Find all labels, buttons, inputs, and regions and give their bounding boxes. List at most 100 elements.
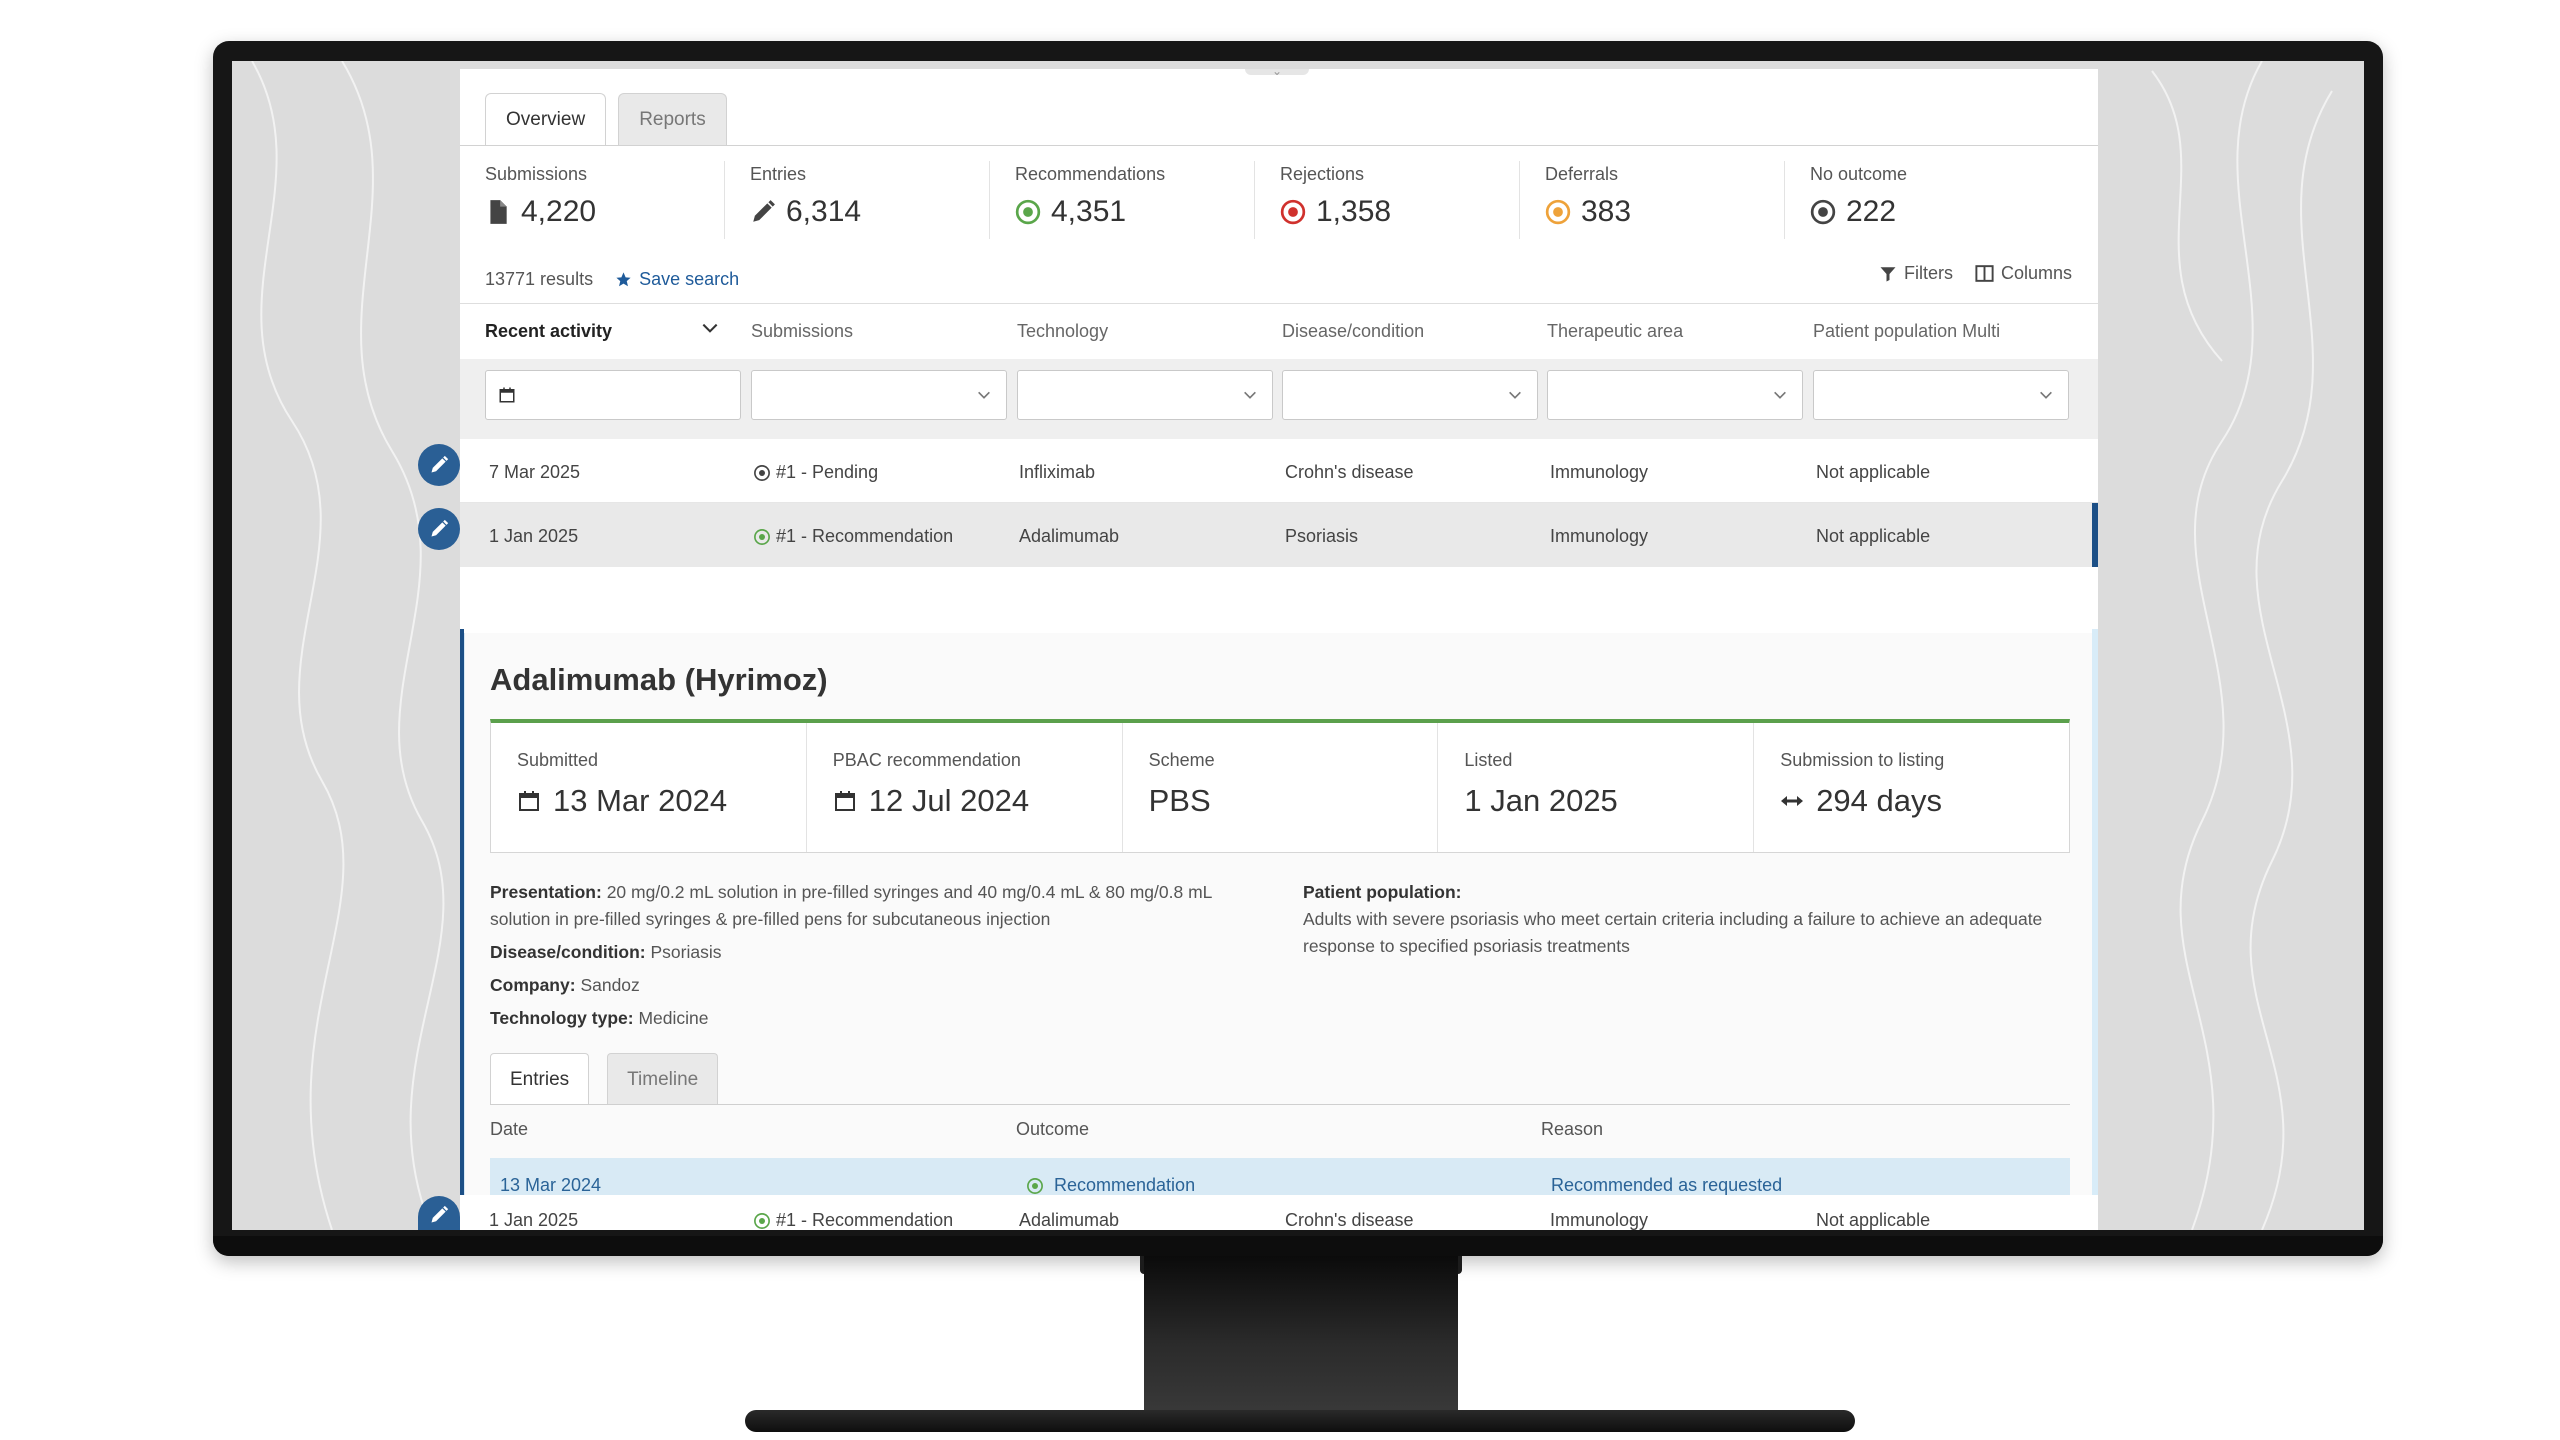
save-search-label: Save search — [639, 269, 740, 289]
recommendation-status-icon — [754, 528, 770, 545]
stat-no-outcome: No outcome 222 — [1785, 161, 2050, 239]
card-value: 13 Mar 2024 — [553, 783, 728, 818]
entries-header-outcome: Outcome — [1016, 1119, 1090, 1139]
chevron-down-icon[interactable] — [700, 318, 720, 338]
tab-reports[interactable]: Reports — [618, 93, 727, 145]
company-label: Company: — [490, 975, 576, 995]
row-therapeutic-area: Immunology — [1550, 1210, 1649, 1230]
table-header: Recent activity Submissions Technology D… — [460, 303, 2098, 359]
column-header-patient-population[interactable]: Patient population Multi — [1813, 321, 2000, 342]
entries-header-reason: Reason — [1541, 1119, 1604, 1139]
patient-population-label: Patient population: — [1303, 882, 1462, 902]
column-header-disease[interactable]: Disease/condition — [1282, 321, 1424, 342]
recommendation-status-icon — [754, 1212, 770, 1229]
pencil-icon — [431, 519, 449, 537]
collapse-handle[interactable]: ⌄ — [1245, 69, 1309, 78]
patient-population-filter-select[interactable] — [1813, 370, 2069, 420]
stat-label: Submissions — [485, 164, 588, 184]
technology-type-value: Medicine — [638, 1008, 709, 1028]
chevron-down-icon — [1244, 391, 1256, 399]
stat-value: 4,351 — [1051, 195, 1127, 228]
chevron-down-icon: ⌄ — [1272, 69, 1283, 78]
edit-row-button[interactable] — [418, 1196, 460, 1230]
column-header-recent-activity[interactable]: Recent activity — [485, 321, 612, 342]
card-pbac-recommendation: PBAC recommendation 12 Jul 2024 — [807, 723, 1123, 852]
results-count: 13771 results — [485, 269, 594, 289]
card-scheme: Scheme PBS — [1123, 723, 1439, 852]
card-value: 294 days — [1816, 783, 1943, 818]
stats-bar: Submissions 4,220 Entries 6,314 Recommen… — [460, 161, 2098, 239]
selection-indicator — [2092, 503, 2098, 567]
entry-date: 13 Mar 2024 — [500, 1175, 602, 1195]
edit-row-button[interactable] — [418, 508, 460, 550]
row-submission-label: #1 - Recommendation — [776, 1210, 954, 1230]
detail-right-edge — [2092, 629, 2098, 1230]
save-search-link[interactable]: Save search — [615, 269, 739, 290]
card-value: PBS — [1148, 783, 1211, 818]
disease-label: Disease/condition: — [490, 942, 646, 962]
top-tabs: Overview Reports — [485, 93, 727, 145]
pencil-icon — [753, 200, 775, 222]
table-row[interactable]: 7 Mar 2025 #1 - Pending Infliximab Crohn… — [460, 439, 2098, 503]
stat-recommendations: Recommendations 4,351 — [990, 161, 1255, 239]
filters-button[interactable]: Filters — [1879, 263, 1953, 284]
stat-label: Rejections — [1280, 164, 1365, 184]
row-date: 1 Jan 2025 — [489, 526, 579, 546]
detail-subtabs: Entries Timeline — [490, 1053, 719, 1105]
date-filter-input[interactable] — [485, 370, 741, 420]
column-header-technology[interactable]: Technology — [1017, 321, 1108, 342]
pending-status-icon — [754, 464, 770, 481]
results-summary: 13771 results Save search — [485, 269, 739, 290]
stat-value: 383 — [1581, 195, 1632, 228]
card-submitted: Submitted 13 Mar 2024 — [491, 723, 807, 852]
table-row-selected[interactable]: 1 Jan 2025 #1 - Recommendation Adalimuma… — [460, 503, 2098, 567]
filters-label: Filters — [1903, 263, 1953, 283]
technology-filter-select[interactable] — [1017, 370, 1273, 420]
column-header-submissions[interactable]: Submissions — [751, 321, 853, 342]
column-header-therapeutic-area[interactable]: Therapeutic area — [1547, 321, 1683, 342]
row-patient-population: Not applicable — [1816, 526, 1931, 546]
row-submission: #1 - Pending — [753, 462, 878, 483]
detail-title: Adalimumab (Hyrimoz) — [490, 662, 828, 697]
row-technology: Adalimumab — [1019, 1210, 1120, 1230]
row-submission: #1 - Recommendation — [753, 1210, 953, 1230]
chevron-down-icon — [1774, 391, 1786, 399]
patient-population-value: Adults with severe psoriasis who meet ce… — [1303, 909, 2043, 956]
disease-filter-select[interactable] — [1282, 370, 1538, 420]
entry-outcome: Recommendation — [1026, 1175, 1195, 1196]
stat-submissions: Submissions 4,220 — [460, 161, 725, 239]
card-value: 1 Jan 2025 — [1464, 783, 1618, 818]
table-row[interactable]: 1 Jan 2025 #1 - Recommendation Adalimuma… — [460, 1195, 2098, 1230]
row-disease: Crohn's disease — [1285, 1210, 1414, 1230]
filter-bar — [460, 359, 2098, 439]
deferral-status-icon — [1545, 199, 1571, 225]
stat-label: Entries — [750, 164, 807, 184]
columns-button[interactable]: Columns — [1975, 263, 2072, 284]
detail-info-right: Patient population: Adults with severe p… — [1303, 879, 2083, 960]
stat-deferrals: Deferrals 383 — [1520, 161, 1785, 239]
row-date: 7 Mar 2025 — [489, 462, 581, 482]
stat-label: Deferrals — [1545, 164, 1619, 184]
card-label: PBAC recommendation — [832, 750, 1021, 770]
submissions-filter-select[interactable] — [751, 370, 1007, 420]
document-icon — [490, 200, 507, 224]
tab-timeline[interactable]: Timeline — [607, 1053, 719, 1105]
chevron-down-icon — [1509, 391, 1521, 399]
stat-entries: Entries 6,314 — [725, 161, 990, 239]
stat-value: 1,358 — [1316, 195, 1392, 228]
chevron-down-icon — [2040, 391, 2052, 399]
row-disease: Psoriasis — [1285, 526, 1359, 546]
edit-row-button[interactable] — [418, 444, 460, 486]
entries-header-date: Date — [490, 1119, 529, 1139]
stat-label: No outcome — [1810, 164, 1908, 184]
card-value: 12 Jul 2024 — [868, 783, 1030, 818]
entry-outcome-label: Recommendation — [1054, 1175, 1196, 1195]
disease-value: Psoriasis — [650, 942, 722, 962]
chevron-down-icon — [978, 391, 990, 399]
columns-label: Columns — [2000, 263, 2072, 283]
pencil-icon — [431, 1205, 449, 1223]
therapeutic-area-filter-select[interactable] — [1547, 370, 1803, 420]
tab-overview[interactable]: Overview — [485, 93, 607, 145]
tab-entries[interactable]: Entries — [490, 1053, 590, 1105]
card-label: Submitted — [517, 750, 599, 770]
